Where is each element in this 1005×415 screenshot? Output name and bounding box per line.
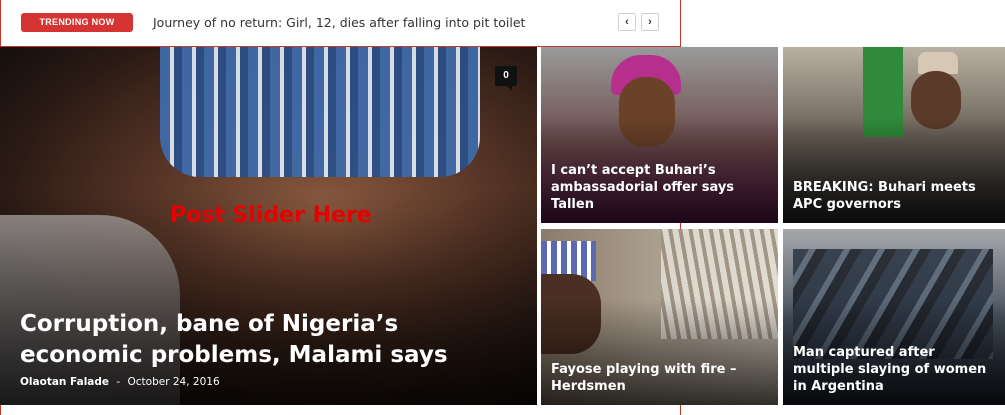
news-tile-argentina[interactable]: Man captured after multiple slaying of w… — [783, 229, 1005, 405]
featured-date: October 24, 2016 — [127, 376, 220, 388]
featured-image-cap — [160, 47, 480, 177]
news-tile-tallen[interactable]: I can’t accept Buhari’s ambassadorial of… — [541, 47, 778, 223]
featured-author[interactable]: Olaotan Falade — [20, 376, 109, 388]
news-tile-fayose[interactable]: Fayose playing with fire – Herdsmen — [541, 229, 778, 405]
post-slider-placeholder: Post Slider Here — [170, 203, 372, 228]
comment-count-badge[interactable]: 0 — [495, 66, 517, 91]
news-tile-buhari-apc[interactable]: BREAKING: Buhari meets APC governors — [783, 47, 1005, 223]
meta-separator: - — [116, 376, 121, 388]
trending-headline-link[interactable]: Journey of no return: Girl, 12, dies aft… — [153, 15, 525, 30]
featured-post[interactable]: 0 Post Slider Here Corruption, bane of N… — [0, 47, 537, 405]
trending-next-button[interactable]: › — [641, 13, 659, 31]
tile-title[interactable]: I can’t accept Buhari’s ambassadorial of… — [551, 162, 768, 213]
tile-title[interactable]: Fayose playing with fire – Herdsmen — [551, 361, 768, 395]
featured-meta: Olaotan Falade - October 24, 2016 — [20, 376, 220, 388]
trending-bar: TRENDING NOW Journey of no return: Girl,… — [1, 0, 680, 46]
trending-prev-button[interactable]: ‹ — [618, 13, 636, 31]
trending-badge: TRENDING NOW — [21, 13, 133, 32]
tile-title[interactable]: BREAKING: Buhari meets APC governors — [793, 179, 995, 213]
chevron-left-icon: ‹ — [625, 16, 629, 28]
news-page: TRENDING NOW Journey of no return: Girl,… — [0, 0, 1005, 415]
featured-title[interactable]: Corruption, bane of Nigeria’s economic p… — [20, 309, 500, 371]
tile-title[interactable]: Man captured after multiple slaying of w… — [793, 344, 995, 395]
chevron-right-icon: › — [648, 16, 652, 28]
